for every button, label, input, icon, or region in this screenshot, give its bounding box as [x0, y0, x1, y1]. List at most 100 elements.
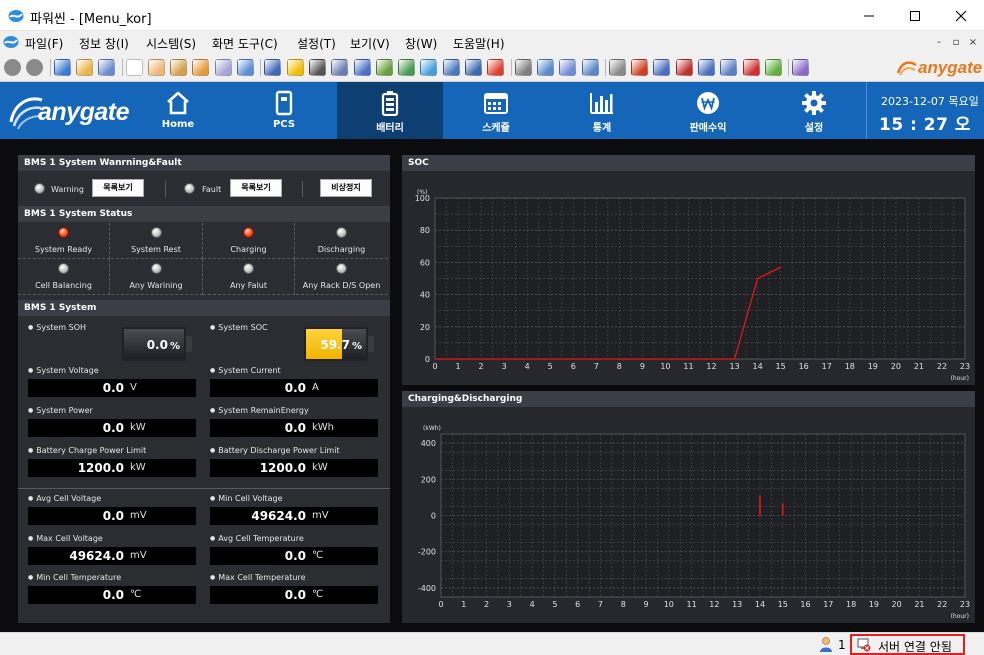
nav-home[interactable]: Home — [125, 82, 231, 139]
nav-statistics[interactable]: 통계 — [549, 82, 655, 139]
field-unit: A — [312, 382, 319, 393]
report-icon[interactable] — [331, 59, 349, 76]
lock-icon[interactable] — [608, 59, 626, 76]
stop-icon[interactable] — [742, 59, 760, 76]
nav-pcs[interactable]: PCS — [231, 82, 337, 139]
status-lamp — [150, 263, 162, 274]
excel-icon[interactable] — [398, 59, 416, 76]
page-icon[interactable] — [264, 59, 282, 76]
menu-file[interactable]: 파일(F) — [25, 35, 63, 52]
folder-icon[interactable] — [75, 59, 93, 76]
zoom-in-icon[interactable] — [170, 59, 188, 76]
field-value: 0.0 — [284, 421, 306, 435]
zoom-fit-icon[interactable] — [214, 59, 232, 76]
x-tick-label: 13 — [732, 600, 742, 609]
status-item: Charging — [203, 223, 295, 259]
sync-icon[interactable] — [764, 59, 782, 76]
field-unit: ℃ — [312, 589, 324, 600]
menu-info-window[interactable]: 정보 창(I) — [79, 35, 129, 52]
toolbar: anygate — [0, 53, 984, 82]
zoom-out-icon[interactable] — [192, 59, 210, 76]
nav-settings-label: 설정 — [804, 123, 824, 134]
zoom-area-icon[interactable] — [237, 59, 254, 76]
field-unit: kWh — [312, 422, 335, 433]
section-divider — [18, 488, 390, 489]
menu-screen-tools[interactable]: 화면 도구(C) — [212, 35, 278, 52]
value-display: 0.0 ℃ — [28, 586, 196, 604]
record-icon[interactable] — [631, 59, 649, 76]
refresh-icon[interactable] — [53, 59, 71, 76]
nav-schedule[interactable]: 스케쥴 — [443, 82, 549, 139]
app-menu-icon[interactable] — [3, 34, 19, 50]
x-tick-label: 21 — [914, 600, 924, 609]
pointer-icon[interactable] — [125, 59, 143, 76]
document-icon[interactable] — [353, 59, 371, 76]
window-icon[interactable] — [559, 59, 577, 76]
maximize-button[interactable] — [892, 0, 938, 31]
nav-battery[interactable]: 배터리 — [337, 82, 443, 139]
field-label: Min Cell Voltage — [210, 494, 282, 503]
menu-view[interactable]: 보기(V) — [350, 35, 390, 52]
field-value: 0.0 — [102, 588, 124, 602]
menu-system[interactable]: 시스템(S) — [146, 35, 196, 52]
x-tick-label: 18 — [845, 362, 855, 371]
chip-icon[interactable] — [675, 59, 693, 76]
field-unit: mV — [130, 510, 147, 521]
soc-value: 59.7% — [320, 338, 362, 352]
x-tick-label: 11 — [683, 362, 693, 371]
server-connection-status[interactable]: 서버 연결 안됨 — [850, 634, 965, 655]
globe-icon[interactable] — [792, 59, 810, 76]
status-header: BMS 1 System Status — [18, 206, 390, 222]
menu-help[interactable]: 도움말(H) — [453, 35, 505, 52]
nav-settings[interactable]: 설정 — [761, 82, 867, 139]
image-icon[interactable] — [465, 59, 482, 76]
field-unit: kW — [312, 462, 328, 473]
user-icon — [820, 637, 832, 652]
app-icon — [8, 10, 24, 22]
toolbar-brand-text: anygate — [918, 58, 983, 77]
x-tick-label: 2 — [484, 600, 489, 609]
warning-icon[interactable] — [286, 59, 304, 76]
toolbar-separator — [260, 59, 262, 76]
soc-battery-body: 59.7% — [304, 327, 368, 361]
grid-icon[interactable] — [653, 59, 671, 76]
mdi-minimize-button[interactable]: - — [932, 35, 946, 49]
emergency-stop-button[interactable]: 비상정지 — [320, 179, 372, 197]
hand-icon[interactable] — [147, 59, 165, 76]
nav-pcs-label: PCS — [272, 119, 296, 130]
settings-icon[interactable] — [514, 59, 532, 76]
message-icon[interactable] — [698, 59, 715, 76]
menu-settings[interactable]: 설정(T) — [297, 35, 336, 52]
brand-swoosh-icon — [896, 61, 917, 76]
minimize-button[interactable] — [846, 0, 892, 31]
forward-icon[interactable] — [26, 59, 44, 76]
status-lamp — [335, 263, 347, 274]
back-icon[interactable] — [4, 59, 21, 76]
menu-window[interactable]: 창(W) — [405, 35, 437, 52]
stack-icon[interactable] — [442, 59, 460, 76]
warning-list-button[interactable]: 목록보기 — [92, 179, 144, 197]
x-tick-label: 16 — [800, 600, 810, 609]
soc-label: System SOC — [210, 323, 267, 332]
gallery-icon[interactable] — [98, 59, 116, 76]
field-label: Battery Charge Power Limit — [28, 446, 146, 455]
soc-battery-cap — [368, 336, 374, 352]
toolbar-brand-logo: anygate — [896, 57, 983, 79]
close-button[interactable] — [938, 0, 984, 31]
nav-sales-revenue[interactable]: 판매수익 — [655, 82, 761, 139]
monitor-icon[interactable] — [308, 59, 326, 76]
mdi-restore-button[interactable]: ▫ — [949, 35, 963, 49]
value-display: 0.0 ℃ — [210, 586, 378, 604]
toolbar-separator — [788, 59, 790, 76]
move-icon[interactable] — [581, 59, 599, 76]
x-tick-label: 23 — [960, 362, 970, 371]
fault-list-button[interactable]: 목록보기 — [230, 179, 282, 197]
alarm-icon[interactable] — [487, 59, 505, 76]
snowflake-icon[interactable] — [420, 59, 438, 76]
export-icon[interactable] — [375, 59, 393, 76]
layout-icon[interactable] — [536, 59, 554, 76]
field-value: 49624.0 — [69, 548, 124, 563]
battery-dashboard: BMS 1 System Wanrning&Fault Warning 목록보기… — [0, 139, 984, 632]
mdi-close-button[interactable]: × — [966, 35, 980, 49]
network-icon[interactable] — [720, 59, 738, 76]
